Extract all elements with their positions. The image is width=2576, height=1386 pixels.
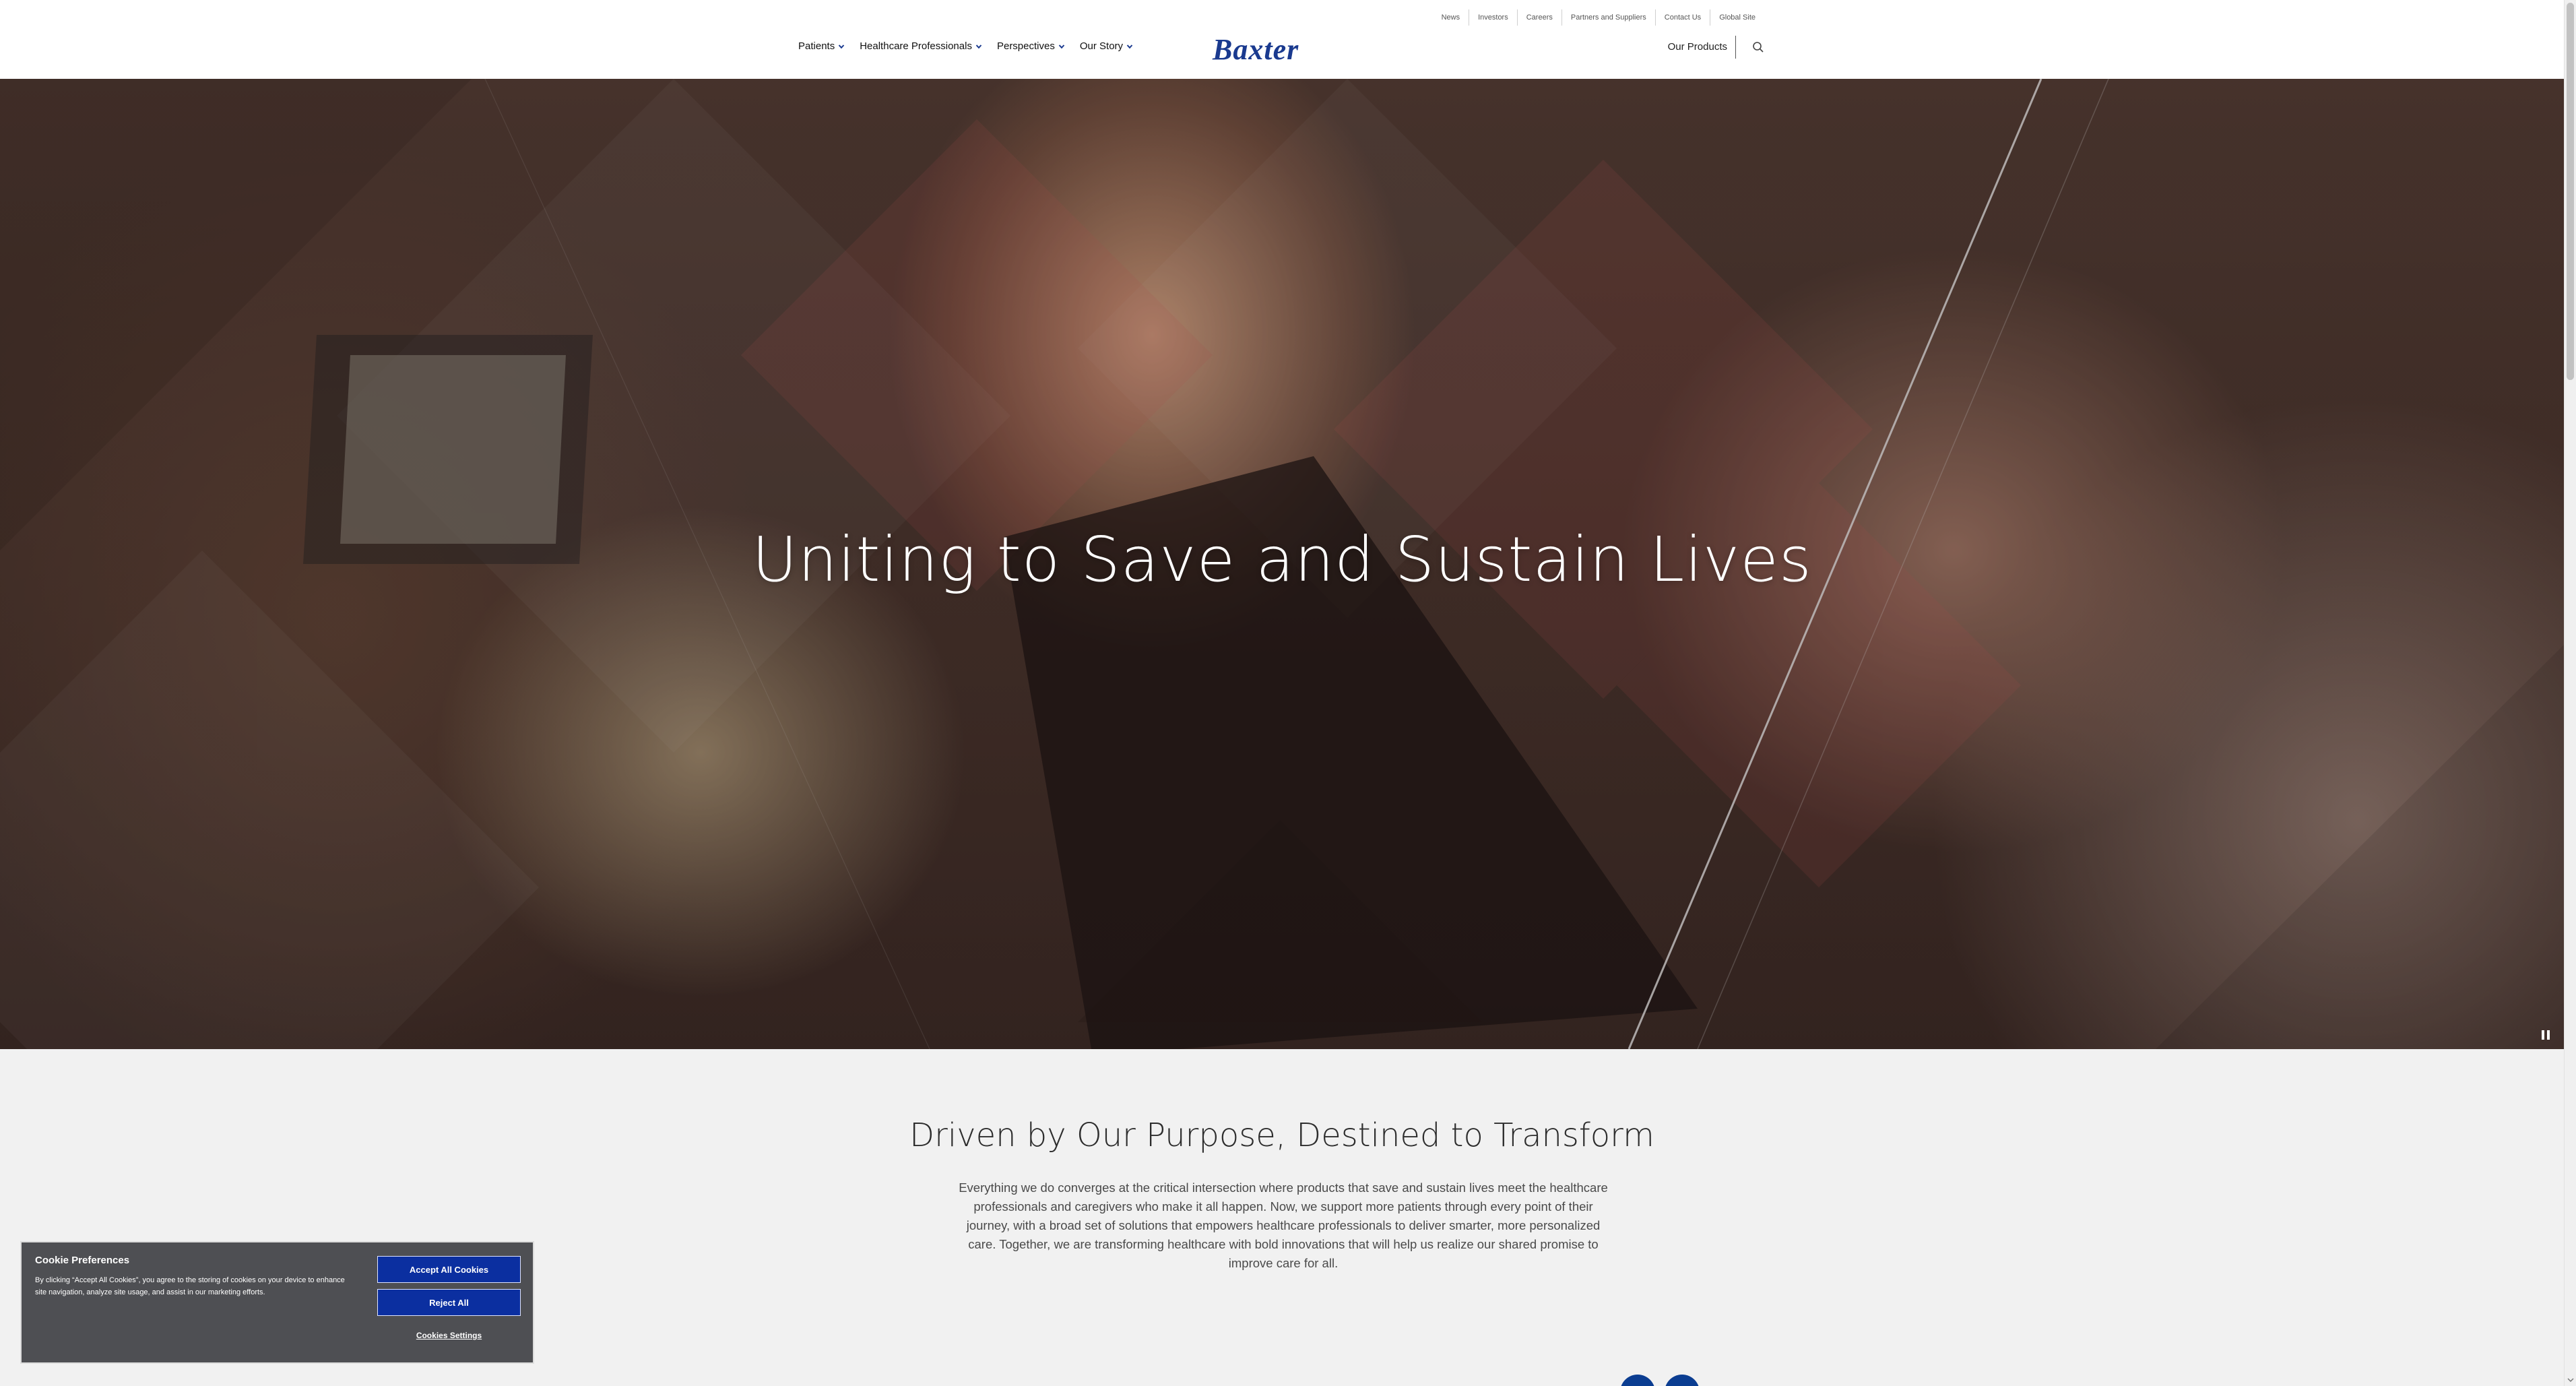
nav-item-our-story[interactable]: Our Story	[1080, 40, 1133, 52]
cookie-description: By clicking “Accept All Cookies”, you ag…	[35, 1276, 345, 1296]
utility-link-news[interactable]: News	[1433, 9, 1469, 26]
carousel-controls	[1620, 1375, 1700, 1386]
utility-link-partners[interactable]: Partners and Suppliers	[1561, 9, 1655, 26]
nav-item-patients[interactable]: Patients	[798, 40, 845, 52]
our-products-link[interactable]: Our Products	[1668, 36, 1736, 59]
cookie-preferences-banner: Cookie Preferences By clicking “Accept A…	[20, 1241, 534, 1364]
reject-all-button[interactable]: Reject All	[377, 1289, 521, 1316]
utility-link-careers[interactable]: Careers	[1516, 9, 1561, 26]
nav-item-label: Patients	[798, 40, 835, 52]
carousel-next-button[interactable]	[1665, 1375, 1700, 1386]
cookie-title: Cookie Preferences	[35, 1255, 130, 1266]
chevron-down-icon	[1126, 44, 1133, 49]
search-button[interactable]	[1736, 41, 1764, 53]
nav-item-healthcare-professionals[interactable]: Healthcare Professionals	[860, 40, 982, 52]
scroll-down-icon[interactable]	[2567, 1377, 2574, 1383]
chevron-down-icon	[1058, 44, 1065, 49]
utility-link-contact[interactable]: Contact Us	[1654, 9, 1710, 26]
nav-item-perspectives[interactable]: Perspectives	[997, 40, 1065, 52]
baxter-logo[interactable]: Baxter	[1213, 32, 1299, 67]
nav-item-label: Healthcare Professionals	[860, 40, 972, 52]
accept-all-cookies-button[interactable]: Accept All Cookies	[377, 1256, 521, 1283]
carousel-prev-button[interactable]	[1620, 1375, 1655, 1386]
nav-item-label: Perspectives	[996, 40, 1055, 52]
cookies-settings-link[interactable]: Cookies Settings	[377, 1325, 521, 1346]
nav-item-label: Our Story	[1079, 40, 1124, 52]
utility-link-investors[interactable]: Investors	[1469, 9, 1517, 26]
pause-icon	[2542, 1030, 2550, 1040]
pause-button[interactable]	[2538, 1028, 2553, 1042]
utility-nav: News Investors Careers Partners and Supp…	[1433, 9, 1764, 26]
page-scrollbar[interactable]	[2564, 0, 2576, 1386]
header-actions: Our Products	[1668, 35, 1764, 59]
chevron-down-icon	[975, 44, 982, 49]
site-header: News Investors Careers Partners and Supp…	[0, 0, 2564, 79]
utility-link-global-site[interactable]: Global Site	[1710, 9, 1764, 26]
purpose-body: Everything we do converges at the critic…	[959, 1180, 1608, 1270]
purpose-heading: Driven by Our Purpose, Destined to Trans…	[909, 1116, 1654, 1154]
main-nav: Patients Healthcare Professionals Perspe…	[798, 40, 1133, 52]
search-icon	[1753, 42, 1764, 53]
hero-title: Uniting to Save and Sustain Lives	[752, 524, 1812, 596]
chevron-down-icon	[838, 44, 845, 49]
scrollbar-thumb[interactable]	[2567, 3, 2574, 380]
hero-banner: Uniting to Save and Sustain Lives	[0, 79, 2564, 1049]
